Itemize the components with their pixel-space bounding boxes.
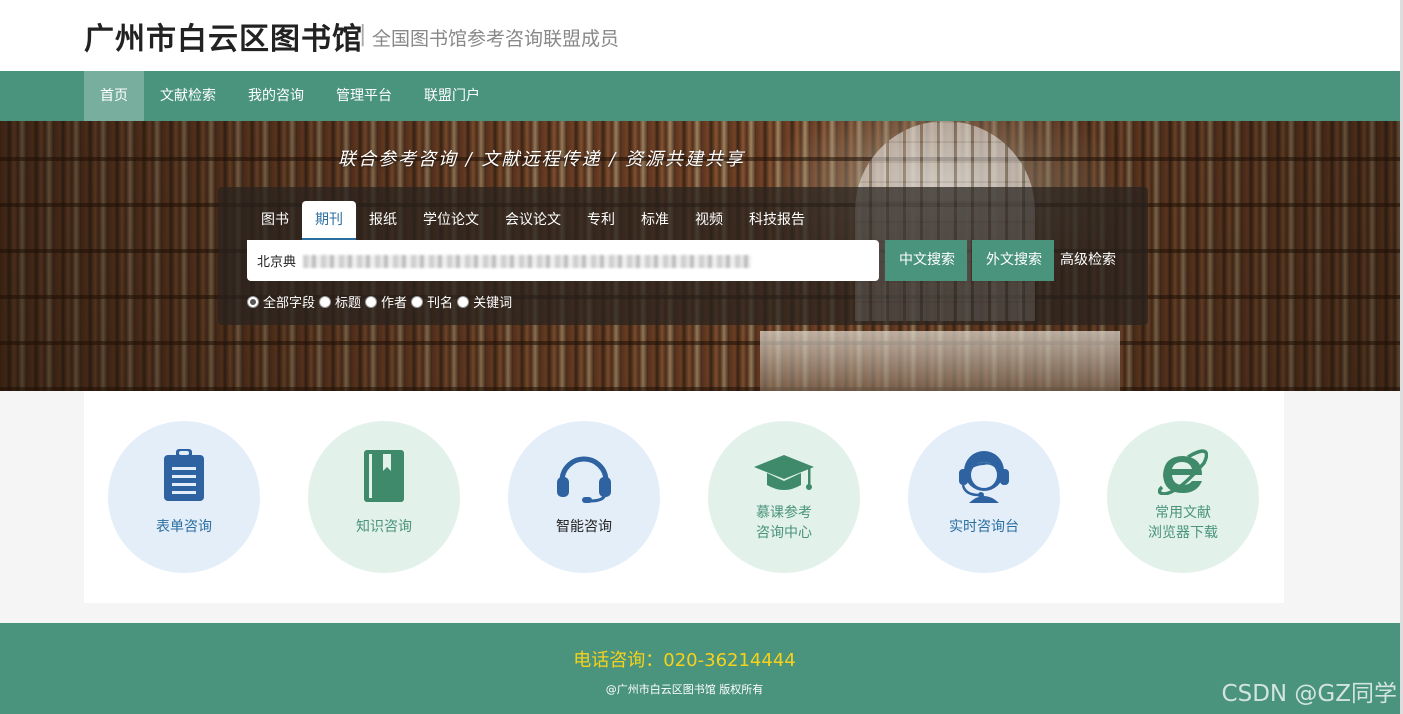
nav-item-alliance-portal[interactable]: 联盟门户 (408, 71, 496, 121)
radio-label: 标题 (335, 296, 362, 311)
consult-phone: 电话咨询：020-36214444 (573, 650, 796, 671)
service-label: 表单咨询 (156, 519, 212, 535)
site-header: 广州市白云区图书馆 | 全国图书馆参考咨询联盟成员 (0, 0, 1403, 71)
nav-item-literature-search[interactable]: 文献检索 (144, 71, 232, 121)
graduation-cap-icon (754, 455, 814, 490)
agent-icon (959, 451, 1009, 503)
site-title[interactable]: 广州市白云区图书馆 (84, 14, 363, 58)
radio-dot[interactable] (365, 295, 378, 308)
service-mooc-reference[interactable]: 慕课参考 咨询中心 (708, 421, 860, 573)
chinese-search-button[interactable]: 中文搜索 (885, 240, 967, 281)
radio-dot[interactable] (411, 295, 424, 308)
tab-patents[interactable]: 专利 (574, 201, 628, 240)
service-knowledge-consult[interactable]: 知识咨询 (308, 421, 460, 573)
radio-title[interactable]: 标题 (319, 292, 361, 311)
search-field-options: 全部字段 标题 作者 刊名 关键词 (247, 292, 516, 311)
service-section: 表单咨询 知识咨询 智能咨询 慕课参考 咨询中心 实时咨询台 常用文献 浏览器下… (84, 391, 1284, 603)
search-panel: 图书 期刊 报纸 学位论文 会议论文 专利 标准 视频 科技报告 中文搜索 外文… (218, 187, 1148, 325)
tab-newspapers[interactable]: 报纸 (356, 201, 410, 240)
radio-label: 作者 (381, 296, 408, 311)
radio-dot[interactable] (247, 295, 259, 308)
service-label-line2: 浏览器下载 (1148, 525, 1218, 541)
tab-journals[interactable]: 期刊 (302, 201, 356, 240)
tab-theses[interactable]: 学位论文 (410, 201, 492, 240)
headset-icon (557, 456, 611, 503)
site-footer: 电话咨询：020-36214444 @广州市白云区图书馆 版权所有 (0, 623, 1403, 714)
radio-author[interactable]: 作者 (365, 292, 407, 311)
service-smart-consult[interactable]: 智能咨询 (508, 421, 660, 573)
advanced-search-link[interactable]: 高级检索 (1060, 240, 1116, 281)
blurred-query-text (303, 255, 751, 268)
radio-dot[interactable] (319, 295, 332, 308)
clipboard-icon (164, 449, 204, 501)
copyright-text: @广州市白云区图书馆 版权所有 (605, 683, 764, 696)
radio-keyword[interactable]: 关键词 (457, 292, 512, 311)
radio-label: 刊名 (427, 296, 454, 311)
tab-standards[interactable]: 标准 (628, 201, 682, 240)
foreign-search-button[interactable]: 外文搜索 (972, 240, 1054, 281)
nav-item-my-consult[interactable]: 我的咨询 (232, 71, 320, 121)
service-browser-download[interactable]: 常用文献 浏览器下载 (1107, 421, 1259, 573)
main-nav: 首页 文献检索 我的咨询 管理平台 联盟门户 (0, 71, 1403, 121)
book-icon (364, 450, 404, 502)
radio-label: 关键词 (473, 296, 513, 311)
radio-journal-name[interactable]: 刊名 (411, 292, 453, 311)
radio-dot[interactable] (457, 295, 470, 308)
search-tabs: 图书 期刊 报纸 学位论文 会议论文 专利 标准 视频 科技报告 (248, 201, 818, 240)
tab-conference-papers[interactable]: 会议论文 (492, 201, 574, 240)
service-label-line2: 咨询中心 (756, 525, 812, 541)
radio-all-fields[interactable]: 全部字段 (247, 292, 315, 311)
banner-slogan: 联合参考咨询 / 文献远程传递 / 资源共建共享 (338, 149, 746, 170)
csdn-watermark: CSDN @GZ同学 (1221, 681, 1397, 707)
tab-videos[interactable]: 视频 (682, 201, 736, 240)
title-separator: | (359, 22, 367, 47)
site-subtitle: 全国图书馆参考咨询联盟成员 (372, 28, 620, 50)
service-live-desk[interactable]: 实时咨询台 (908, 421, 1060, 573)
tab-tech-reports[interactable]: 科技报告 (736, 201, 818, 240)
service-label: 知识咨询 (356, 519, 412, 535)
reading-table-image (760, 331, 1120, 391)
service-label-line1: 常用文献 (1155, 505, 1211, 521)
service-label-line1: 慕课参考 (756, 505, 812, 521)
radio-label: 全部字段 (263, 296, 316, 311)
nav-item-admin-platform[interactable]: 管理平台 (320, 71, 408, 121)
service-label: 智能咨询 (556, 519, 612, 535)
nav-item-home[interactable]: 首页 (84, 71, 144, 121)
service-form-consult[interactable]: 表单咨询 (108, 421, 260, 573)
tab-books[interactable]: 图书 (248, 201, 302, 240)
service-label: 实时咨询台 (949, 519, 1019, 535)
browser-e-icon (1158, 449, 1208, 495)
